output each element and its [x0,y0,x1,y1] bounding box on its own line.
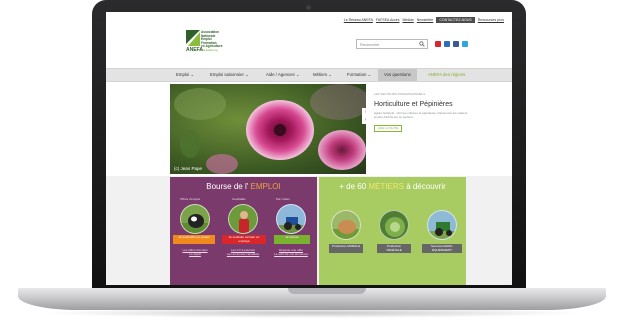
camera-icon [306,5,311,10]
top-link-fafsea[interactable]: FAFSEA Accès [376,18,400,22]
job-seeker-tag[interactable]: Je recherche un emploi [173,235,215,244]
main-nav: Emploi ⌄ Emploi saisonnier ⌄ Aide / Agen… [106,68,512,82]
nav-emploi-saisonnier[interactable]: Emploi saisonnier ⌄ [210,69,249,81]
read-more-button[interactable]: LIRE LA SUITE [374,124,402,132]
emploi-title: Bourse de l' EMPLOI [170,182,317,191]
top-link-reseau[interactable]: Le Réseau ANEFA [344,18,373,22]
cabbage-icon [385,217,405,237]
tractor-icon [428,222,456,239]
nav-aides[interactable]: Aide / Agences ⌄ [266,69,299,81]
emploi-col2-sub: Candidats [232,197,246,201]
hero-kicker: LES SECTEURS PROFESSIONNELS [374,92,426,96]
emploi-link[interactable]: Les annonces candidats [223,252,263,257]
equipment-tag[interactable]: Services AGRO-ÉQUIPEMENT [422,244,462,253]
top-link-newsletter[interactable]: Newsletter [417,18,434,22]
nav-emploi[interactable]: Emploi ⌄ [176,69,194,81]
animal-tag[interactable]: Production ANIMALE [329,244,363,253]
recruit-tag[interactable]: Je recrute [274,235,310,244]
facebook-icon[interactable] [453,41,459,47]
emploi-title-a: Bourse de l' [206,182,249,191]
metiers-title-c: à découvrir [406,182,446,191]
laptop-lid: Le Réseau ANEFA FAFSEA Accès Médias News… [92,0,526,292]
flower-photo [170,84,366,174]
twitter-icon[interactable] [462,41,468,47]
anefa-logo-icon [186,30,200,46]
emploi-col3-sub: Par métier [276,197,290,201]
worker-icon [239,211,249,233]
photo-credit: (c) Jean Pape [174,166,203,171]
metiers-title-a: + de 60 [339,182,367,191]
top-bar: Le Réseau ANEFA FAFSEA Accès Médias News… [106,12,512,32]
recruiter-tag[interactable]: Je souhaite recruter un employé [222,235,266,244]
search-icon[interactable] [419,41,425,47]
cow-icon [332,220,360,239]
site-logo[interactable]: Association Nationale Emploi Formation e… [186,30,223,64]
tractor-photo[interactable] [276,204,306,234]
emploi-col1-sub: Offres d'emploi [180,197,201,201]
emploi-links-3: Déposer une offre Le suivi de vos annonc… [271,248,311,257]
nav-formation[interactable]: Formation ⌄ [347,69,371,81]
hero-image[interactable]: (c) Jean Pape [170,84,366,174]
equipment-photo[interactable] [427,210,457,240]
tractor-icon [277,217,305,233]
logo-text: Association Nationale Emploi Formation e… [201,30,227,49]
vegetable-photo[interactable] [379,210,409,240]
nav-vos-questions[interactable]: Vos questions [378,69,417,81]
emploi-title-b: EMPLOI [250,182,281,191]
slider-prev-icon[interactable]: ‹ [362,108,369,116]
slider-arrows: ‹ › [362,108,369,124]
hero-description: Agréé horticole : Voir les cultures et p… [374,111,468,119]
metiers-title: + de 60 MÉTIERS à découvrir [319,182,466,191]
laptop-base [18,288,606,310]
contact-button[interactable]: CONTACTEZ-NOUS [436,17,475,23]
top-links: Le Réseau ANEFA FAFSEA Accès Médias News… [344,17,504,23]
cow-icon [181,214,209,233]
metiers-title-b: MÉTIERS [368,182,404,191]
emploi-links-2: Les CV à pourvoir Les annonces candidats [223,248,263,257]
cow-photo[interactable] [180,204,210,234]
logo-url: www.anefa.org [199,48,218,52]
nav-metiers[interactable]: Métiers ⌄ [313,69,332,81]
top-link-medias[interactable]: Médias [402,18,413,22]
metiers-panel: + de 60 MÉTIERS à découvrir Production A… [319,177,466,285]
hero-text: LES SECTEURS PROFESSIONNELS Horticulture… [374,92,494,132]
animal-photo[interactable] [331,210,361,240]
emploi-links-1: Les offres d'emploi Le dépôt [175,248,215,257]
vegetal-tag[interactable]: Production VÉGÉTALE [377,244,411,253]
emploi-panel: Bourse de l' EMPLOI Offres d'emploi Cand… [170,177,317,285]
hero-title[interactable]: Horticulture et Pépinières [374,101,494,108]
nav-anefa-regions[interactable]: ANEFA des régions [428,69,465,81]
laptop-screen: Le Réseau ANEFA FAFSEA Accès Médias News… [106,12,512,285]
youtube-icon[interactable] [435,41,441,47]
top-link-ressources[interactable]: Ressources pros [478,18,504,22]
laptop-notch [288,288,366,294]
search-input[interactable]: Recherche [356,39,428,49]
person-photo[interactable] [228,204,258,234]
slider-next-icon[interactable]: › [362,116,369,124]
social-links [435,41,468,47]
linkedin-icon[interactable] [444,41,450,47]
emploi-link[interactable]: Le dépôt [175,252,215,257]
search-placeholder: Recherche [360,42,380,47]
emploi-link[interactable]: Le suivi de vos annonces [271,252,311,257]
